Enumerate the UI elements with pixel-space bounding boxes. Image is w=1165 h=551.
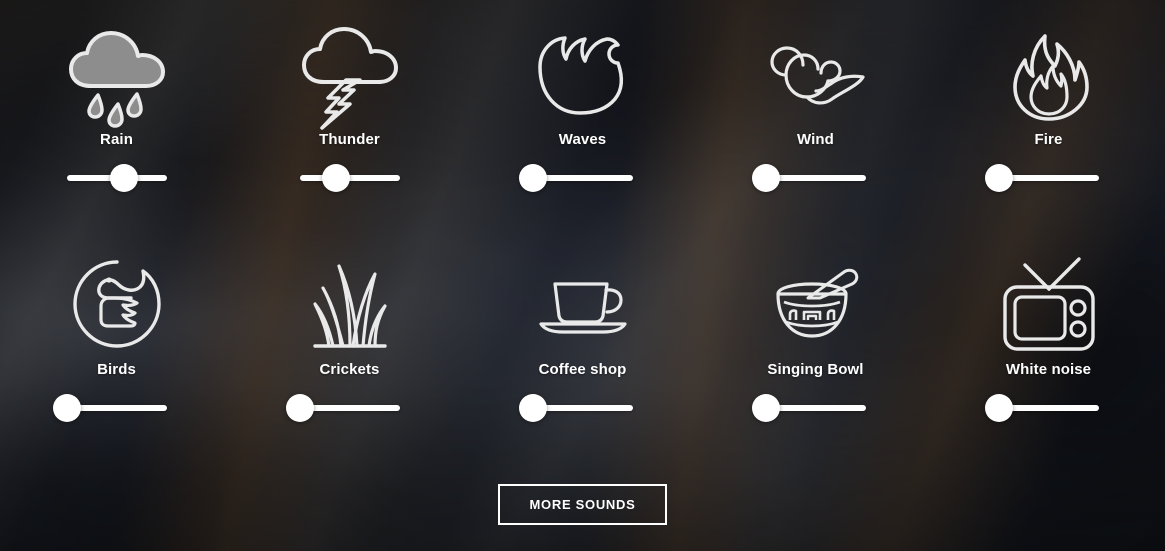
sound-label: Coffee shop xyxy=(538,361,627,378)
retro-tv-icon[interactable] xyxy=(999,254,1099,354)
sound-grid: Rain Thunder Waves Wind Fire Birds Crick… xyxy=(0,8,1165,468)
sound-tile-wind[interactable]: Wind xyxy=(699,8,932,238)
volume-slider[interactable] xyxy=(518,164,633,192)
volume-slider-thumb[interactable] xyxy=(52,394,81,422)
sound-tile-white-noise[interactable]: White noise xyxy=(932,238,1165,468)
waves-icon[interactable] xyxy=(535,24,631,124)
volume-slider-track[interactable] xyxy=(765,175,866,181)
thunder-cloud-icon[interactable] xyxy=(298,24,402,130)
singing-bowl-icon[interactable] xyxy=(768,254,864,354)
sound-tile-waves[interactable]: Waves xyxy=(466,8,699,238)
sound-label: Crickets xyxy=(319,361,380,378)
sound-label: Thunder xyxy=(319,131,380,148)
volume-slider-thumb[interactable] xyxy=(109,164,138,192)
volume-slider-thumb[interactable] xyxy=(751,164,780,192)
volume-slider-thumb[interactable] xyxy=(285,394,314,422)
sound-tile-singing-bowl[interactable]: Singing Bowl xyxy=(699,238,932,468)
volume-slider-track[interactable] xyxy=(532,175,633,181)
sound-label: Rain xyxy=(100,131,133,148)
wind-icon[interactable] xyxy=(766,24,866,124)
coffee-cup-icon[interactable] xyxy=(535,254,631,354)
volume-slider[interactable] xyxy=(751,164,866,192)
volume-slider[interactable] xyxy=(66,164,167,192)
sound-label: Fire xyxy=(1034,131,1063,148)
volume-slider-track[interactable] xyxy=(998,175,1099,181)
sound-tile-rain[interactable]: Rain xyxy=(0,8,233,238)
sound-label: Waves xyxy=(558,131,607,148)
sound-tile-thunder[interactable]: Thunder xyxy=(233,8,466,238)
volume-slider-track[interactable] xyxy=(299,405,400,411)
sound-label: Wind xyxy=(797,131,834,148)
volume-slider[interactable] xyxy=(984,164,1099,192)
fire-icon[interactable] xyxy=(1005,24,1093,124)
sound-tile-crickets[interactable]: Crickets xyxy=(233,238,466,468)
volume-slider-track[interactable] xyxy=(66,405,167,411)
volume-slider-thumb[interactable] xyxy=(984,164,1013,192)
volume-slider-thumb[interactable] xyxy=(751,394,780,422)
volume-slider[interactable] xyxy=(518,394,633,422)
volume-slider-thumb[interactable] xyxy=(984,394,1013,422)
volume-slider-track[interactable] xyxy=(998,405,1099,411)
volume-slider[interactable] xyxy=(52,394,167,422)
sound-label: White noise xyxy=(1005,361,1092,378)
volume-slider-track[interactable] xyxy=(532,405,633,411)
grass-icon[interactable] xyxy=(305,254,395,354)
more-sounds-button[interactable]: MORE SOUNDS xyxy=(497,484,668,525)
sound-mixer-app: Rain Thunder Waves Wind Fire Birds Crick… xyxy=(0,0,1165,551)
sound-tile-birds[interactable]: Birds xyxy=(0,238,233,468)
volume-slider[interactable] xyxy=(299,164,400,192)
sound-tile-fire[interactable]: Fire xyxy=(932,8,1165,238)
volume-slider[interactable] xyxy=(285,394,400,422)
volume-slider-track[interactable] xyxy=(765,405,866,411)
volume-slider-thumb[interactable] xyxy=(518,394,547,422)
sound-label: Singing Bowl xyxy=(767,361,864,378)
volume-slider[interactable] xyxy=(984,394,1099,422)
volume-slider-thumb[interactable] xyxy=(321,164,350,192)
footer: MORE SOUNDS xyxy=(0,484,1165,525)
bird-icon[interactable] xyxy=(71,254,163,354)
volume-slider[interactable] xyxy=(751,394,866,422)
volume-slider-thumb[interactable] xyxy=(518,164,547,192)
rain-cloud-icon[interactable] xyxy=(65,24,169,128)
volume-slider-track[interactable] xyxy=(299,175,400,181)
sound-tile-coffee-shop[interactable]: Coffee shop xyxy=(466,238,699,468)
sound-label: Birds xyxy=(97,361,136,378)
